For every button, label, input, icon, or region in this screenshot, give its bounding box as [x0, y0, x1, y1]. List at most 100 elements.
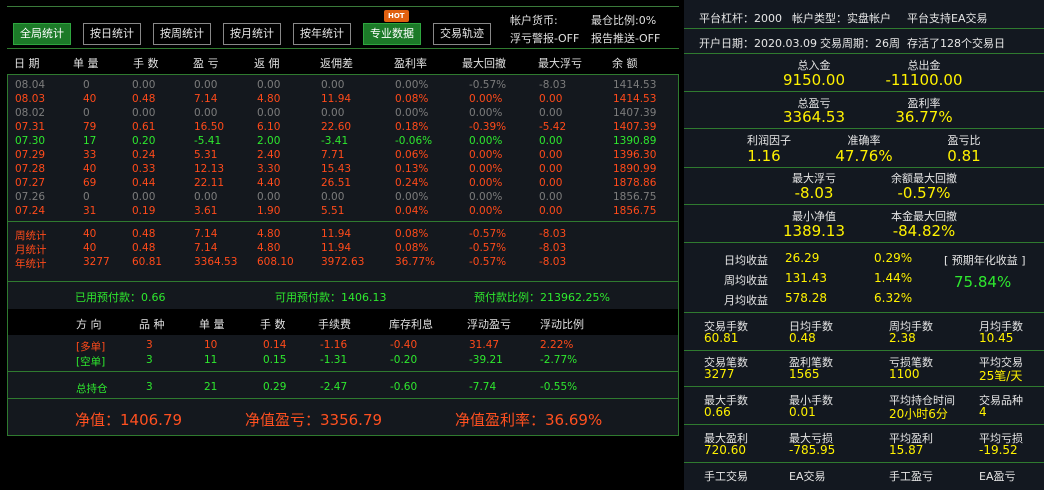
tab-monthly-stats[interactable]: 按月统计	[223, 23, 281, 45]
col-rebate-diff: 返佣差	[320, 57, 353, 70]
total-pnl: 3364.53	[782, 108, 846, 126]
col-lots: 手 数	[133, 57, 159, 70]
cell-orders: 0	[83, 191, 90, 203]
cell-lots: 0.24	[132, 149, 156, 161]
platform-leverage: 平台杠杆：2000	[699, 12, 782, 25]
cell-balance: 1390.89	[613, 135, 657, 147]
stat-value: 720.60	[704, 443, 746, 457]
cell-rebate: 0.00	[257, 107, 281, 119]
cell-max-float-loss: -8.03	[539, 79, 567, 91]
cell-lots: 0.48	[132, 93, 156, 105]
cell-balance: 1407.39	[613, 107, 657, 119]
tab-global-stats[interactable]: 全局统计	[13, 23, 71, 45]
cell-date: 07.24	[15, 205, 46, 217]
cell-date: 07.26	[15, 191, 46, 203]
col-orders: 单 量	[73, 57, 99, 70]
cell-profit-rate: 0.00%	[395, 79, 429, 91]
weekly-avg-pct: 1.44%	[874, 271, 913, 285]
divider	[8, 281, 678, 282]
stat-value: 1100	[889, 367, 920, 381]
cell-lots: 0.44	[132, 177, 156, 189]
cell-date: 月统计	[15, 244, 47, 256]
summary-row: 年统计 3277 60.81 3364.53 608.10 3972.63 36.77% -0…	[8, 256, 678, 270]
cell-swap: -0.60	[390, 381, 418, 393]
col-profit-rate: 盈利率	[394, 57, 427, 70]
open-date: 开户日期：2020.03.09	[699, 37, 817, 50]
tab-weekly-stats[interactable]: 按周统计	[153, 23, 211, 45]
cell-orders: 10	[204, 339, 218, 351]
weekly-avg: 131.43	[785, 271, 827, 285]
position-total: 总持仓 3 21 0.29 -2.47 -0.60 -7.74 -0.55%	[8, 381, 678, 395]
table-row: 07.27 69 0.44 22.11 4.40 26.51 0.24% 0.00% 0.00 1…	[8, 177, 678, 191]
tab-yearly-stats[interactable]: 按年统计	[293, 23, 351, 45]
cell-lots: 0.00	[132, 79, 156, 91]
cell-direction: 总持仓	[76, 383, 108, 395]
stat-label: 手工盈亏	[889, 470, 933, 483]
cell-balance: 1407.39	[613, 121, 657, 133]
position-row: [空单] 3 11 0.15 -1.31 -0.20 -39.21 -2.77%	[8, 354, 678, 368]
cell-rebate: 4.80	[257, 242, 281, 254]
cell-pnl: 3.61	[194, 205, 218, 217]
cell-date: 年统计	[15, 258, 47, 270]
divider	[684, 204, 1044, 205]
table-row: 08.04 0 0.00 0.00 0.00 0.00 0.00% -0.57% -8.03 14…	[8, 79, 678, 93]
cell-max-drawdown: 0.00%	[469, 177, 503, 189]
divider	[684, 53, 1044, 54]
cell-max-float-loss: 0.00	[539, 93, 563, 105]
cell-date: 07.29	[15, 149, 46, 161]
col-float-pnl: 浮动盈亏	[467, 318, 511, 331]
cell-max-float-loss: 0.00	[539, 177, 563, 189]
cell-profit-rate: 0.00%	[395, 107, 429, 119]
hot-badge: HOT	[384, 10, 409, 22]
tab-pro-data[interactable]: 专业数据	[363, 23, 421, 45]
divider	[684, 167, 1044, 168]
col-max-drawdown: 最大回撤	[462, 57, 506, 70]
daily-avg-pct: 0.29%	[874, 251, 913, 265]
cell-balance: 1856.75	[613, 191, 657, 203]
stat-value: 10.45	[979, 331, 1014, 345]
table-row: 08.02 0 0.00 0.00 0.00 0.00 0.00% 0.00% 0.00 1407…	[8, 107, 678, 121]
cell-max-float-loss: -8.03	[539, 256, 567, 268]
cell-rebate: 4.80	[257, 93, 281, 105]
cell-symbol: 3	[146, 339, 153, 351]
tab-trade-track[interactable]: 交易轨迹	[433, 23, 491, 45]
stat-value: -19.52	[979, 443, 1018, 457]
cell-rebate-diff: 26.51	[321, 177, 352, 189]
cell-date: 07.27	[15, 177, 46, 189]
profit-rate: 36.77%	[895, 108, 953, 126]
cell-commission: -1.31	[320, 354, 348, 366]
cell-balance: 1856.75	[613, 205, 657, 217]
cell-pnl: 7.14	[194, 228, 218, 240]
min-position-ratio: 最仓比例:0%	[591, 14, 657, 27]
stats-panel: 全局统计 按日统计 按周统计 按月统计 按年统计 专业数据 HOT 交易轨迹 帐…	[0, 0, 682, 490]
weekly-avg-label: 周均收益	[724, 274, 768, 287]
cell-pnl: -5.41	[194, 135, 222, 147]
cell-pnl: 0.00	[194, 79, 218, 91]
divider	[684, 462, 1044, 463]
principal-max-drawdown: -84.82%	[892, 222, 956, 240]
floating-loss-alert[interactable]: 浮亏警报-OFF	[510, 30, 579, 46]
pl-ratio-label: 盈亏比	[947, 134, 981, 147]
cell-lots: 0.00	[132, 191, 156, 203]
cell-max-float-loss: -5.42	[539, 121, 567, 133]
tab-daily-stats[interactable]: 按日统计	[83, 23, 141, 45]
cell-symbol: 3	[146, 354, 153, 366]
cell-pnl: 7.14	[194, 93, 218, 105]
cell-commission: -2.47	[320, 381, 348, 393]
cell-rebate: 608.10	[257, 256, 294, 268]
cell-profit-rate: -0.06%	[395, 135, 433, 147]
survived-days: 存活了128个交易日	[907, 37, 1005, 50]
report-push[interactable]: 报告推送-OFF	[591, 30, 660, 46]
cell-orders: 17	[83, 135, 97, 147]
cell-max-drawdown: 0.00%	[469, 135, 503, 147]
divider	[684, 91, 1044, 92]
cell-date: 07.30	[15, 135, 46, 147]
divider	[684, 242, 1044, 243]
cell-rebate: 4.80	[257, 228, 281, 240]
divider	[684, 424, 1044, 425]
cell-balance: 1878.86	[613, 177, 657, 189]
toolbar: 全局统计 按日统计 按周统计 按月统计 按年统计 专业数据 HOT 交易轨迹 帐…	[7, 6, 679, 46]
annual-return: 75.84%	[954, 273, 1012, 291]
ea-support: 平台支持EA交易	[907, 12, 988, 25]
stat-value: 25笔/天	[979, 369, 1023, 383]
